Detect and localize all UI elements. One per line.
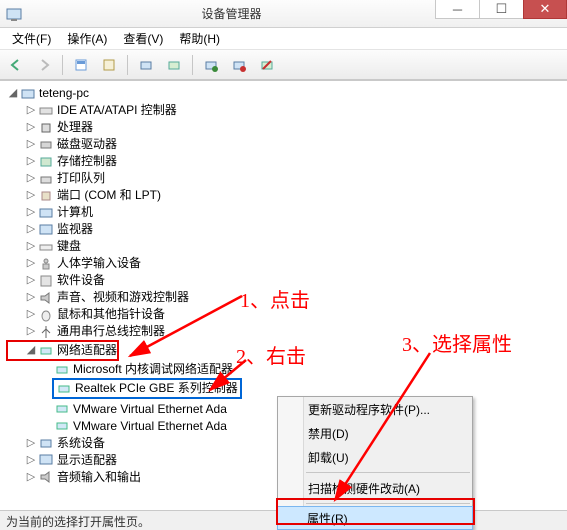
expand-icon[interactable]: ▷ — [24, 204, 38, 221]
hid-icon — [38, 256, 54, 272]
tree-item[interactable]: ▷计算机 — [6, 204, 561, 221]
audio-icon — [38, 469, 54, 485]
tree-item[interactable]: ▷软件设备 — [6, 272, 561, 289]
toolbar-separator — [62, 55, 63, 75]
computer-icon — [20, 86, 36, 102]
expand-icon[interactable]: ▷ — [24, 238, 38, 255]
expand-icon[interactable]: ▷ — [24, 323, 38, 340]
expand-icon[interactable]: ▷ — [24, 102, 38, 119]
printer-icon — [38, 171, 54, 187]
toolbar — [0, 50, 567, 80]
ctx-uninstall[interactable]: 卸载(U) — [278, 445, 472, 469]
mouse-icon — [38, 307, 54, 323]
title-bar: 设备管理器 ─ ☐ ✕ — [0, 0, 567, 28]
menu-help[interactable]: 帮助(H) — [171, 28, 228, 49]
tree-item-realtek[interactable]: Realtek PCIe GBE 系列控制器 — [56, 380, 238, 397]
uninstall-button[interactable] — [199, 53, 223, 77]
context-menu: 更新驱动程序软件(P)... 禁用(D) 卸载(U) 扫描检测硬件改动(A) 属… — [277, 396, 473, 530]
usb-icon — [38, 324, 54, 340]
tree-item[interactable]: ▷处理器 — [6, 119, 561, 136]
window-controls: ─ ☐ ✕ — [435, 0, 567, 27]
expand-icon[interactable]: ▷ — [24, 119, 38, 136]
menu-view[interactable]: 查看(V) — [115, 28, 171, 49]
storage-icon — [38, 154, 54, 170]
disable-button[interactable] — [255, 53, 279, 77]
tree-item[interactable]: ▷端口 (COM 和 LPT) — [6, 187, 561, 204]
window-title: 设备管理器 — [28, 5, 435, 22]
tree-item[interactable]: ▷键盘 — [6, 238, 561, 255]
toolbar-separator — [127, 55, 128, 75]
expand-icon[interactable]: ▷ — [24, 289, 38, 306]
highlight-network-adapters: ◢ 网络适配器 — [6, 340, 119, 361]
ctx-disable[interactable]: 禁用(D) — [278, 421, 472, 445]
up-button[interactable] — [69, 53, 93, 77]
tree-root[interactable]: ◢ teteng-pc — [6, 85, 561, 102]
expand-icon[interactable]: ▷ — [24, 452, 38, 469]
expand-icon[interactable]: ▷ — [24, 170, 38, 187]
port-icon — [38, 188, 54, 204]
nic-icon — [54, 362, 70, 378]
expand-icon[interactable]: ▷ — [24, 187, 38, 204]
status-text: 为当前的选择打开属性页。 — [6, 515, 150, 529]
expand-icon[interactable]: ▷ — [24, 221, 38, 238]
expand-icon[interactable]: ▷ — [24, 272, 38, 289]
expand-icon[interactable]: ▷ — [24, 136, 38, 153]
tree-item[interactable]: ▷存储控制器 — [6, 153, 561, 170]
toolbar-separator — [192, 55, 193, 75]
app-icon — [6, 6, 22, 22]
sound-icon — [38, 290, 54, 306]
ctx-separator — [306, 503, 470, 504]
ctx-scan-hardware[interactable]: 扫描检测硬件改动(A) — [278, 476, 472, 500]
menu-action[interactable]: 操作(A) — [59, 28, 115, 49]
tree-item[interactable]: ▷打印队列 — [6, 170, 561, 187]
cpu-icon — [38, 120, 54, 136]
tree-item[interactable]: ▷人体学输入设备 — [6, 255, 561, 272]
forward-button[interactable] — [32, 53, 56, 77]
maximize-button[interactable]: ☐ — [479, 0, 523, 19]
tree-item[interactable]: ▷鼠标和其他指针设备 — [6, 306, 561, 323]
nic-icon — [56, 381, 72, 397]
refresh-button[interactable] — [162, 53, 186, 77]
computer-icon — [38, 205, 54, 221]
realtek-label: Realtek PCIe GBE 系列控制器 — [75, 380, 238, 397]
expand-icon[interactable]: ▷ — [24, 153, 38, 170]
expand-icon[interactable]: ▷ — [24, 306, 38, 323]
tree-item[interactable]: ▷通用串行总线控制器 — [6, 323, 561, 340]
highlight-realtek-nic: Realtek PCIe GBE 系列控制器 — [52, 378, 242, 399]
back-button[interactable] — [4, 53, 28, 77]
network-label: 网络适配器 — [57, 342, 117, 359]
collapse-icon[interactable]: ◢ — [24, 342, 38, 359]
tree-item[interactable]: ▷IDE ATA/ATAPI 控制器 — [6, 102, 561, 119]
tree-item-network[interactable]: ◢ 网络适配器 — [8, 342, 117, 359]
disk-icon — [38, 137, 54, 153]
collapse-icon[interactable]: ◢ — [6, 85, 20, 102]
tree-item[interactable]: ▷声音、视频和游戏控制器 — [6, 289, 561, 306]
menu-file[interactable]: 文件(F) — [4, 28, 59, 49]
tree-item[interactable]: Microsoft 内核调试网络适配器 — [6, 361, 561, 378]
menu-bar: 文件(F) 操作(A) 查看(V) 帮助(H) — [0, 28, 567, 50]
nic-icon — [54, 418, 70, 434]
tree-item[interactable]: ▷磁盘驱动器 — [6, 136, 561, 153]
nic-icon — [54, 401, 70, 417]
monitor-icon — [38, 222, 54, 238]
ctx-update-driver[interactable]: 更新驱动程序软件(P)... — [278, 397, 472, 421]
tree-item[interactable]: ▷监视器 — [6, 221, 561, 238]
minimize-button[interactable]: ─ — [435, 0, 479, 19]
ctx-separator — [306, 472, 470, 473]
ctx-properties[interactable]: 属性(R) — [277, 506, 473, 530]
enable-button[interactable] — [227, 53, 251, 77]
ide-icon — [38, 103, 54, 119]
keyboard-icon — [38, 239, 54, 255]
expand-icon[interactable]: ▷ — [24, 469, 38, 486]
network-icon — [38, 343, 54, 359]
root-label: teteng-pc — [39, 85, 89, 102]
scan-button[interactable] — [134, 53, 158, 77]
expand-icon[interactable]: ▷ — [24, 435, 38, 452]
system-icon — [38, 435, 54, 451]
display-icon — [38, 452, 54, 468]
expand-icon[interactable]: ▷ — [24, 255, 38, 272]
props-button[interactable] — [97, 53, 121, 77]
software-icon — [38, 273, 54, 289]
close-button[interactable]: ✕ — [523, 0, 567, 19]
